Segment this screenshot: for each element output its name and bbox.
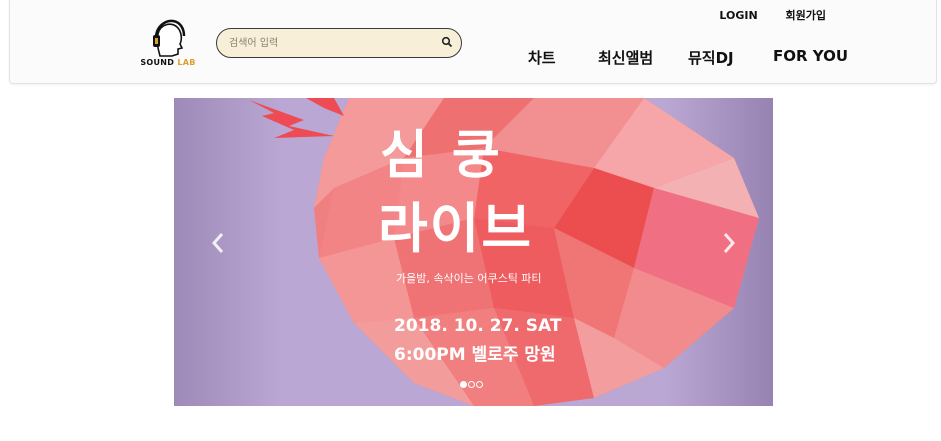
logo-brand-accent: LAB bbox=[177, 58, 196, 67]
banner-title-line2: 라이브 bbox=[378, 197, 534, 260]
login-link[interactable]: LOGIN bbox=[719, 9, 757, 22]
nav-item-chart[interactable]: 차트 bbox=[528, 47, 556, 68]
logo-brand: SOUND bbox=[140, 58, 175, 67]
logo[interactable]: SOUND LAB bbox=[138, 18, 198, 70]
banner-subtitle: 가을밤, 속삭이는 어쿠스틱 파티 bbox=[396, 272, 542, 285]
logo-text: SOUND LAB bbox=[138, 58, 198, 67]
search-input[interactable] bbox=[229, 34, 429, 52]
carousel-dot-2[interactable] bbox=[468, 381, 475, 388]
banner-title-line1: 심쿵 bbox=[380, 126, 524, 186]
chevron-left-icon[interactable] bbox=[206, 228, 230, 258]
carousel-dot-3[interactable] bbox=[476, 381, 483, 388]
carousel-dot-1[interactable] bbox=[460, 381, 467, 388]
signup-link[interactable]: 회원가입 bbox=[786, 7, 826, 23]
top-links: LOGIN 회원가입 bbox=[695, 7, 826, 23]
banner-date: 2018. 10. 27. SAT bbox=[394, 316, 562, 336]
nav-item-music-dj[interactable]: 뮤직DJ bbox=[688, 47, 734, 68]
carousel-indicators bbox=[460, 373, 484, 392]
nav-item-for-you[interactable]: FOR YOU bbox=[773, 47, 848, 65]
headphone-head-icon bbox=[153, 19, 186, 57]
site-header: SOUND LAB LOGIN 회원가입 차트 최신앨범 뮤직DJ FOR YO… bbox=[9, 0, 937, 84]
chevron-right-icon[interactable] bbox=[717, 228, 741, 258]
search-box bbox=[216, 28, 462, 58]
banner-place: 6:00PM 벨로주 망원 bbox=[394, 345, 556, 365]
search-icon[interactable] bbox=[441, 36, 453, 48]
nav-item-new-albums[interactable]: 최신앨범 bbox=[598, 47, 653, 68]
hero-banner[interactable]: 심쿵 라이브 가을밤, 속삭이는 어쿠스틱 파티 2018. 10. 27. S… bbox=[174, 98, 773, 406]
